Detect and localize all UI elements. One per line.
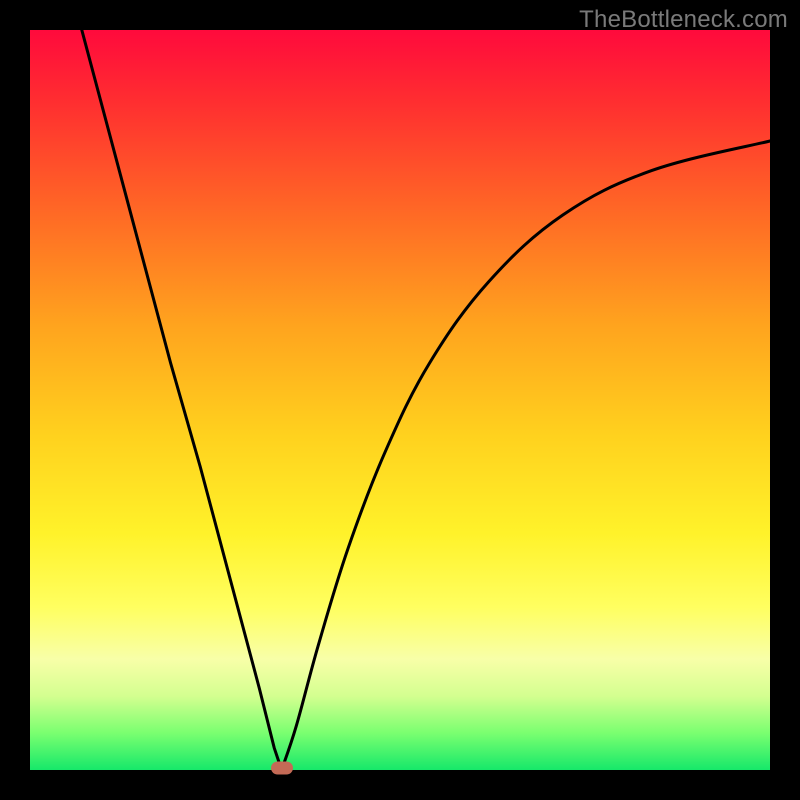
curve-left-branch bbox=[82, 30, 282, 770]
chart-frame: TheBottleneck.com bbox=[0, 0, 800, 800]
watermark-text: TheBottleneck.com bbox=[579, 6, 788, 34]
minimum-marker bbox=[271, 762, 293, 775]
curve-right-branch bbox=[282, 141, 770, 770]
curve-layer bbox=[30, 30, 770, 770]
